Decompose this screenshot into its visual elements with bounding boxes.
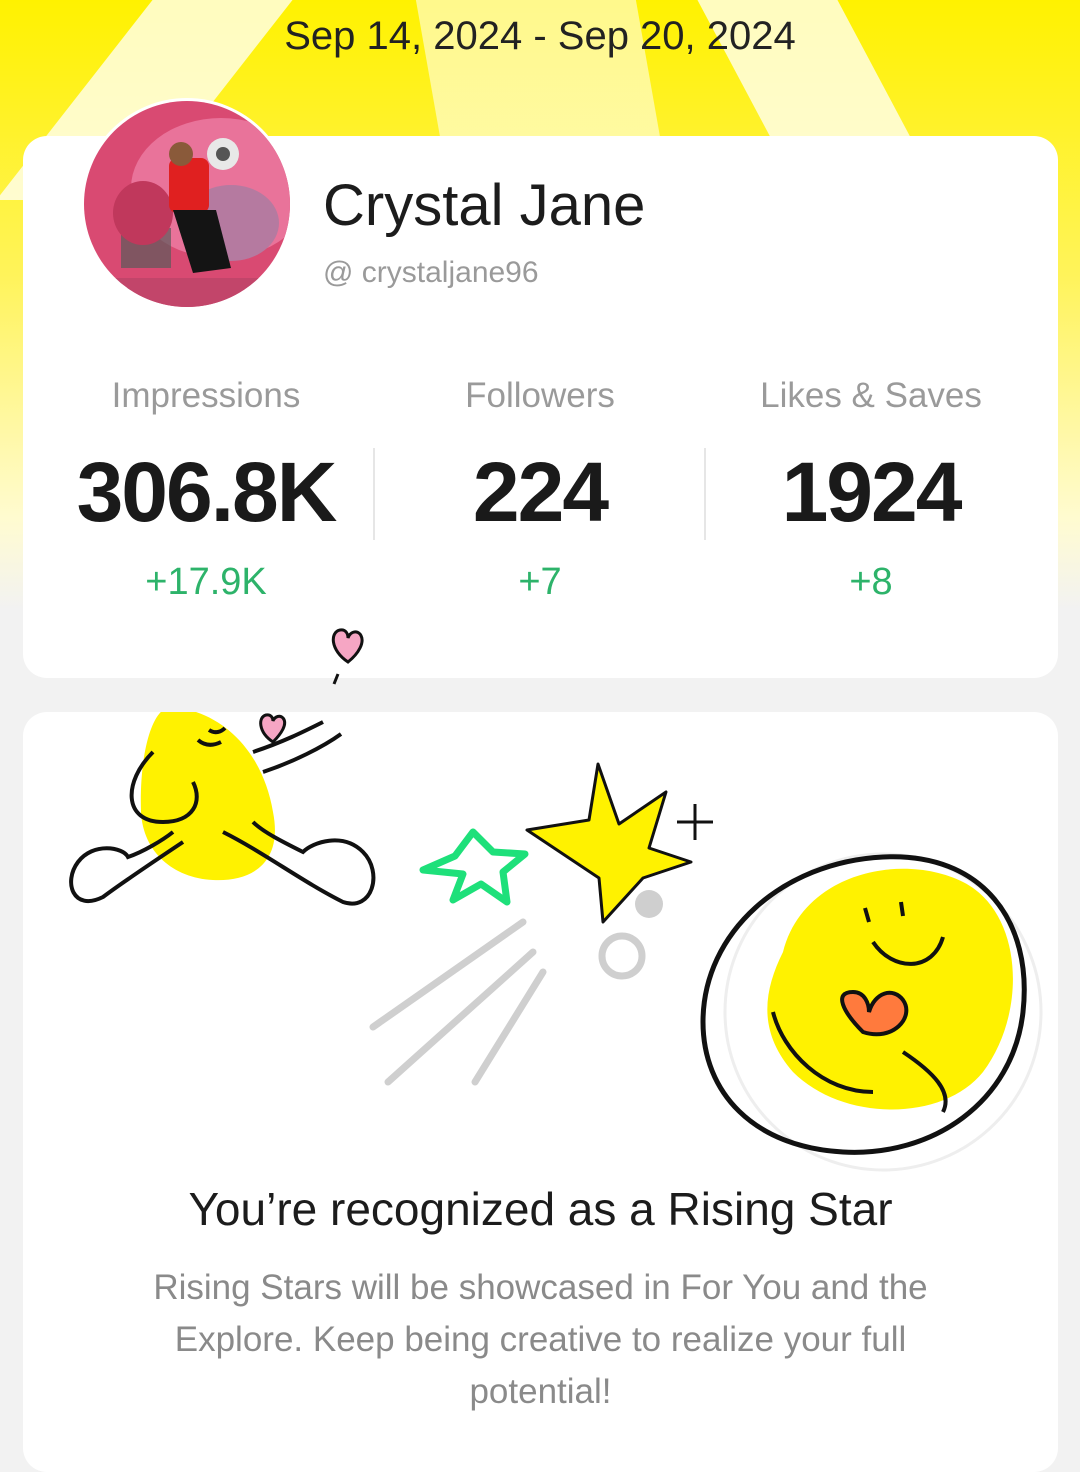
ring-icon [598, 932, 646, 980]
stat-label: Likes & Saves [760, 376, 982, 415]
yellow-star-icon [525, 762, 693, 924]
motion-lines [369, 918, 547, 1086]
rising-star-illustration [69, 712, 1043, 1172]
profile-card: Crystal Jane @ crystaljane96 Impressions… [23, 98, 1058, 678]
recognition-description: Rising Stars will be showcased in For Yo… [153, 1268, 928, 1411]
green-star-icon [419, 828, 529, 906]
stat-delta: +8 [849, 561, 893, 603]
mascot-right [700, 852, 1043, 1172]
recognition-card: You’re recognized as a Rising Star Risin… [23, 712, 1058, 1472]
stat-value: 306.8K [76, 445, 338, 539]
date-range: Sep 14, 2024 - Sep 20, 2024 [284, 14, 796, 58]
dot-icon [635, 890, 663, 918]
stat-likes-saves: Likes & Saves 1924 +8 [706, 376, 1036, 604]
user-name: Crystal Jane [323, 173, 646, 238]
stat-delta: +17.9K [145, 561, 267, 603]
avatar[interactable] [81, 98, 293, 310]
stat-label: Impressions [111, 376, 301, 415]
sparkle-icon [677, 804, 713, 840]
user-handle: @ crystaljane96 [323, 256, 539, 289]
stat-label: Followers [465, 376, 615, 415]
stat-followers: Followers 224 +7 [375, 376, 705, 604]
heart-icon [259, 713, 287, 744]
stat-value: 1924 [781, 445, 963, 539]
stat-value: 224 [472, 445, 609, 539]
profile-photo-icon [84, 101, 290, 307]
recognition-title: You’re recognized as a Rising Star [188, 1183, 893, 1235]
stat-impressions: Impressions 306.8K +17.9K [41, 376, 371, 604]
mascot-left [69, 712, 376, 906]
floating-heart-icon [331, 628, 364, 685]
stat-delta: +7 [518, 561, 562, 603]
